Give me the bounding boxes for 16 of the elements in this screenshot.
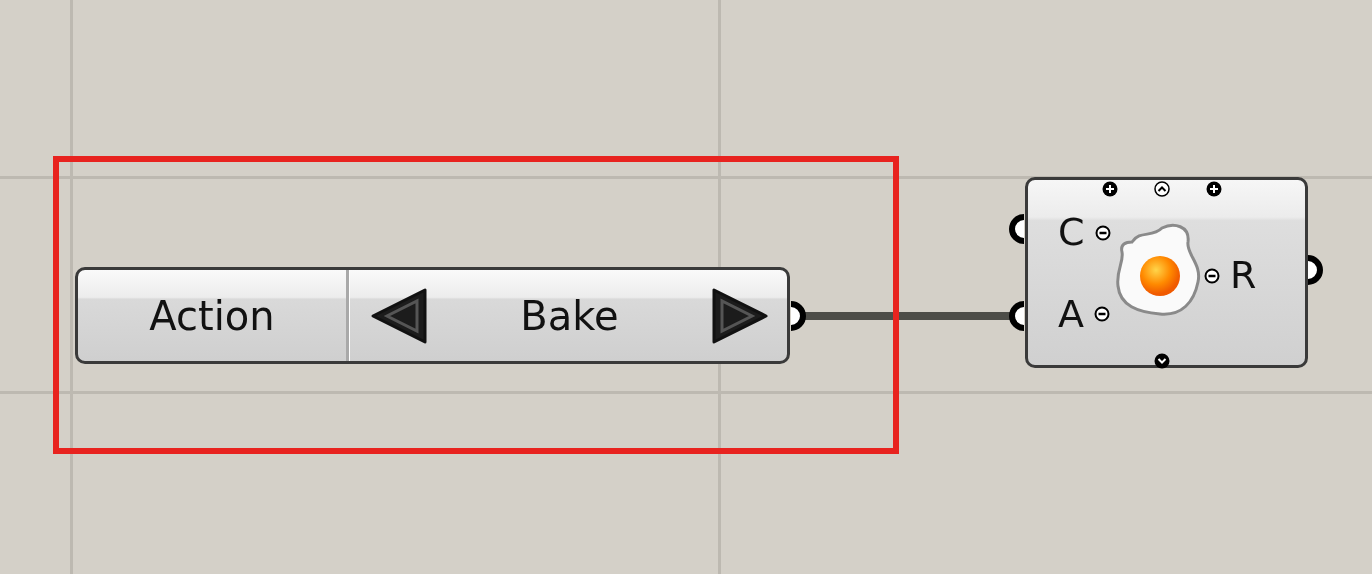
chevron-up-icon[interactable]	[1154, 181, 1170, 197]
right-arrow-icon[interactable]	[711, 286, 769, 345]
minus-icon[interactable]	[1094, 224, 1111, 241]
minus-icon[interactable]	[1094, 306, 1110, 323]
left-arrow-icon[interactable]	[370, 286, 428, 345]
minus-icon[interactable]	[1204, 267, 1220, 284]
input-label: A	[1058, 291, 1084, 338]
selected-value: Bake	[520, 292, 619, 339]
value-list-node[interactable]: Action Bake	[75, 267, 790, 364]
chevron-down-icon[interactable]	[1154, 353, 1170, 369]
component-node[interactable]: C A R	[1025, 177, 1308, 368]
plus-icon[interactable]	[1206, 181, 1222, 197]
plus-icon[interactable]	[1102, 181, 1118, 197]
input-label: C	[1058, 210, 1085, 256]
node-label: Action	[148, 292, 276, 339]
output-label: R	[1230, 253, 1257, 299]
